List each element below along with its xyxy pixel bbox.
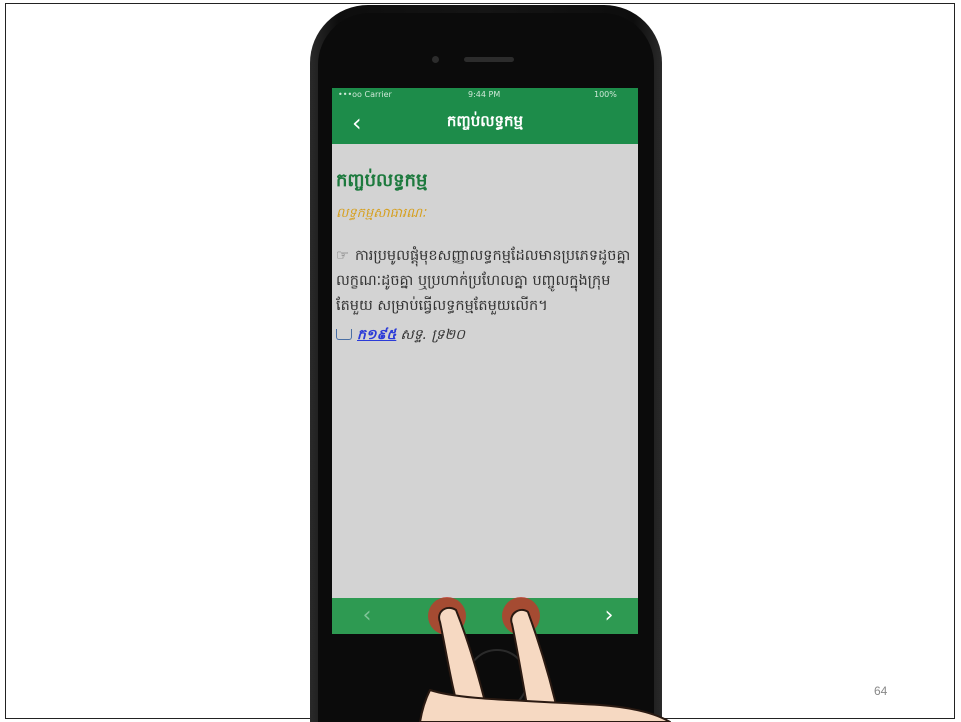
hand-illustration	[419, 606, 671, 722]
page-number: 64	[874, 684, 888, 698]
